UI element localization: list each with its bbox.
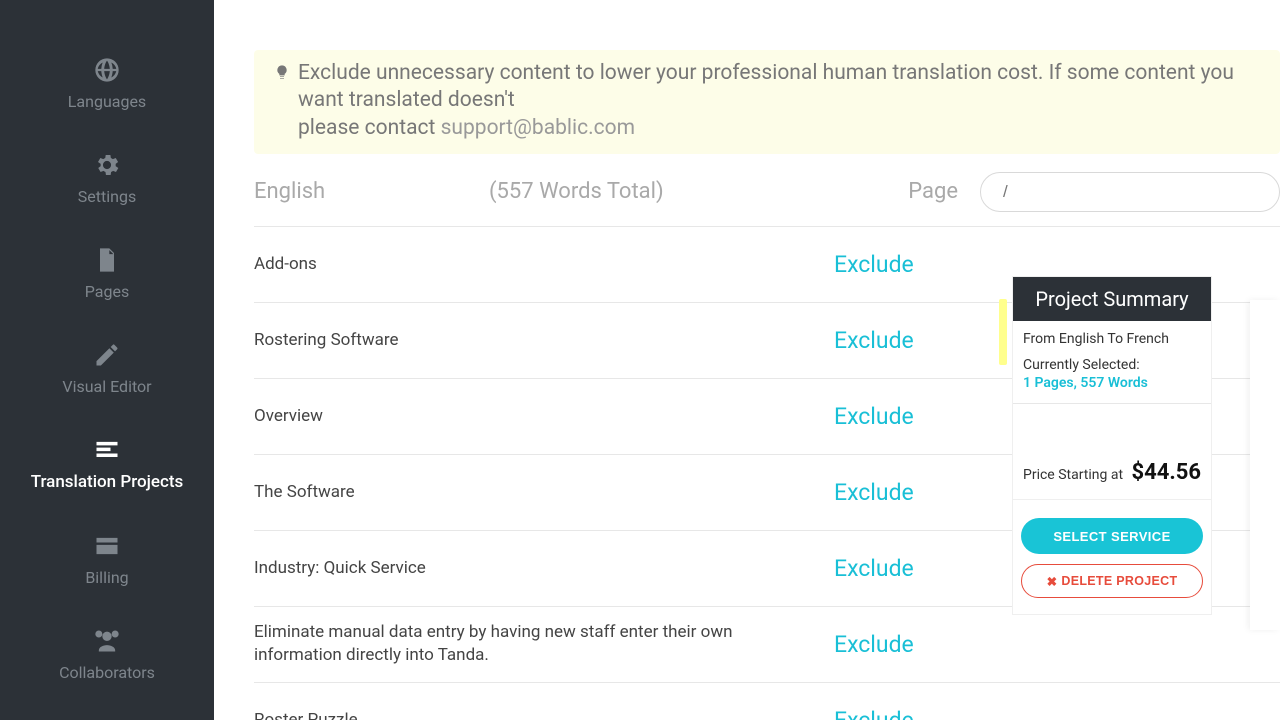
card-icon — [93, 532, 121, 560]
summary-title: Project Summary — [1013, 277, 1211, 321]
sidebar-item-visual-editor[interactable]: Visual Editor — [0, 325, 214, 420]
summary-selected-label: Currently Selected: — [1023, 357, 1201, 373]
info-banner-text2: please contact — [298, 116, 441, 140]
row-label: Overview — [254, 405, 834, 428]
users-icon — [93, 627, 121, 655]
support-email-link[interactable]: support@bablic.com — [441, 116, 635, 140]
list-row: Roster Puzzle Exclude — [254, 682, 1280, 720]
pencil-icon — [93, 341, 121, 369]
row-label: Rostering Software — [254, 329, 834, 352]
sidebar: Languages Settings Pages Visual Editor T… — [0, 0, 214, 720]
main-content: Exclude unnecessary content to lower you… — [214, 0, 1280, 720]
info-banner-text: Exclude unnecessary content to lower you… — [298, 61, 1234, 112]
words-total-label: (557 Words Total) — [489, 179, 908, 204]
row-label: Eliminate manual data entry by having ne… — [254, 621, 834, 667]
sidebar-item-translation-projects[interactable]: Translation Projects — [0, 420, 214, 516]
project-summary-card: Project Summary From English To French C… — [1012, 276, 1212, 615]
page-path-input[interactable] — [980, 172, 1280, 212]
row-label: Roster Puzzle — [254, 709, 834, 720]
globe-icon — [93, 56, 121, 84]
source-language-label: English — [254, 179, 489, 204]
sidebar-item-label: Visual Editor — [62, 377, 151, 396]
close-icon: ✖ — [1047, 574, 1058, 589]
sidebar-item-label: Pages — [85, 282, 129, 301]
exclude-link[interactable]: Exclude — [834, 555, 914, 582]
sidebar-item-collaborators[interactable]: Collaborators — [0, 611, 214, 706]
sidebar-item-label: Billing — [85, 568, 128, 587]
sidebar-item-languages[interactable]: Languages — [0, 40, 214, 135]
list-row: Eliminate manual data entry by having ne… — [254, 606, 1280, 682]
exclude-link[interactable]: Exclude — [834, 327, 914, 354]
exclude-link[interactable]: Exclude — [834, 403, 914, 430]
row-label: The Software — [254, 481, 834, 504]
sidebar-item-billing[interactable]: Billing — [0, 516, 214, 611]
sidebar-item-label: Collaborators — [59, 663, 155, 682]
delete-project-button[interactable]: ✖ DELETE PROJECT — [1021, 564, 1203, 598]
page-label: Page — [908, 179, 958, 204]
exclude-link[interactable]: Exclude — [834, 251, 914, 278]
gear-icon — [93, 151, 121, 179]
summary-selected-value[interactable]: 1 Pages, 557 Words — [1023, 375, 1201, 391]
exclude-link[interactable]: Exclude — [834, 479, 914, 506]
sidebar-item-settings[interactable]: Settings — [0, 135, 214, 230]
price-value: $44.56 — [1132, 460, 1202, 485]
sidebar-item-label: Translation Projects — [31, 472, 184, 492]
exclude-link[interactable]: Exclude — [834, 707, 914, 720]
row-label: Add-ons — [254, 253, 834, 276]
sidebar-item-pages[interactable]: Pages — [0, 230, 214, 325]
row-highlight — [999, 299, 1007, 365]
edge-panel — [1250, 300, 1280, 630]
row-label: Industry: Quick Service — [254, 557, 834, 580]
price-label: Price Starting at — [1023, 467, 1123, 483]
list-header: English (557 Words Total) Page — [214, 154, 1280, 226]
delete-project-label: DELETE PROJECT — [1061, 574, 1177, 588]
summary-from-to: From English To French — [1023, 331, 1201, 347]
select-service-button[interactable]: SELECT SERVICE — [1021, 518, 1203, 554]
exclude-link[interactable]: Exclude — [834, 631, 914, 658]
sidebar-item-label: Settings — [78, 187, 136, 206]
file-icon — [93, 246, 121, 274]
stack-icon — [93, 436, 121, 464]
lightbulb-icon — [274, 60, 290, 142]
info-banner: Exclude unnecessary content to lower you… — [254, 50, 1280, 154]
sidebar-item-label: Languages — [68, 92, 146, 111]
